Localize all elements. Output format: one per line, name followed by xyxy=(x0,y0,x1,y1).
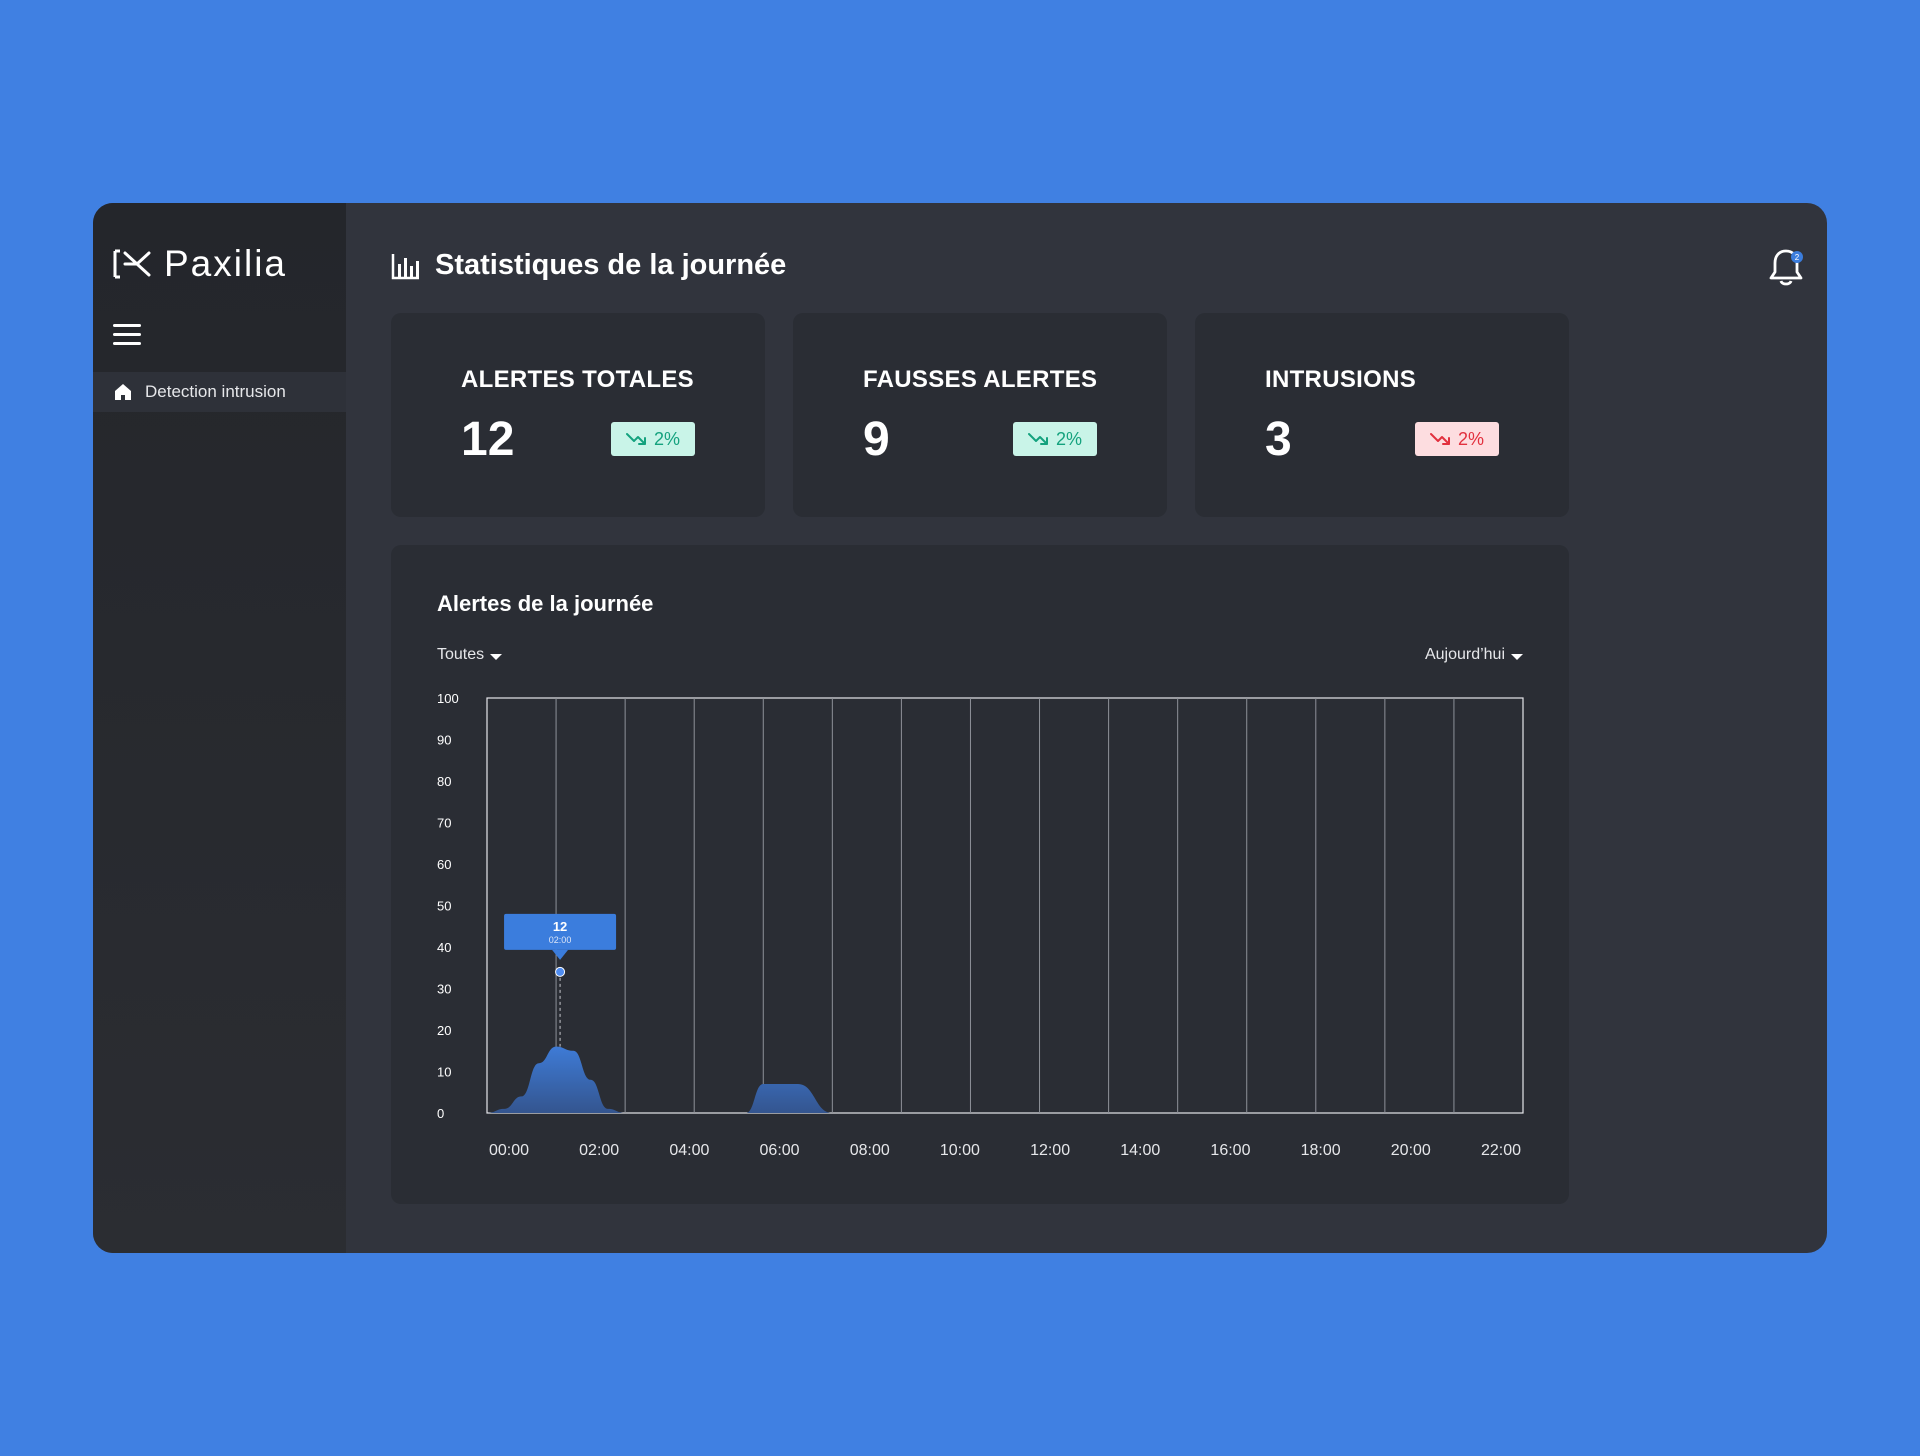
y-tick-label: 90 xyxy=(437,733,451,748)
trend-value: 2% xyxy=(1457,428,1484,449)
sidebar-item-label: Detection intrusion xyxy=(145,382,286,401)
trend-value: 2% xyxy=(1055,428,1082,449)
app-window: Paxilia Detection intrusion Statistiques… xyxy=(93,203,1827,1253)
data-point xyxy=(555,966,566,977)
stat-title: FAUSSES ALERTES xyxy=(863,366,1098,393)
x-tick-label: 06:00 xyxy=(760,1142,800,1159)
brand-name: Paxilia xyxy=(164,243,287,284)
notification-count: 2 xyxy=(1795,253,1800,262)
stat-title: INTRUSIONS xyxy=(1265,366,1417,393)
x-tick-label: 02:00 xyxy=(579,1142,619,1159)
trend-badge: 2% xyxy=(611,422,695,456)
chart-card: Alertes de la journée Toutes Aujourd’hui… xyxy=(391,545,1569,1204)
area-chart: 0 10 20 30 40 50 60 70 80 90 100 00:00 02:00 04:00 06:… xyxy=(437,691,1524,1159)
stat-title: ALERTES TOTALES xyxy=(461,366,694,393)
trend-badge: 2% xyxy=(1013,422,1097,456)
trend-down-icon xyxy=(625,433,646,445)
sidebar: Paxilia Detection intrusion xyxy=(93,203,346,1253)
home-icon xyxy=(115,384,131,400)
trend-down-icon xyxy=(1027,433,1048,445)
stat-value: 12 xyxy=(461,413,515,466)
x-tick-label: 16:00 xyxy=(1210,1142,1250,1159)
x-tick-label: 04:00 xyxy=(669,1142,709,1159)
y-tick-label: 30 xyxy=(437,982,451,997)
plot-frame xyxy=(486,697,1524,1114)
sidebar-item-detection-intrusion[interactable]: Detection intrusion xyxy=(93,372,346,412)
tooltip-pointer xyxy=(552,949,569,960)
x-tick-label: 10:00 xyxy=(940,1142,980,1159)
notification-bell-icon[interactable]: 2 xyxy=(1768,248,1804,288)
bar-chart-icon xyxy=(391,253,419,279)
tooltip-value: 12 xyxy=(553,919,567,934)
stat-value: 9 xyxy=(863,413,890,466)
paxilia-logo-icon xyxy=(113,249,151,279)
trend-down-icon xyxy=(1429,433,1450,445)
y-tick-label: 40 xyxy=(437,940,451,955)
area-series xyxy=(487,1046,1247,1113)
y-tick-label: 50 xyxy=(437,899,451,914)
y-tick-label: 10 xyxy=(437,1065,451,1080)
page-header: Statistiques de la journée xyxy=(391,249,786,282)
page-title: Statistiques de la journée xyxy=(435,249,787,281)
y-tick-label: 80 xyxy=(437,774,451,789)
x-tick-label: 22:00 xyxy=(1481,1142,1521,1159)
x-tick-label: 00:00 xyxy=(489,1142,529,1159)
stat-value: 3 xyxy=(1265,413,1292,466)
trend-value: 2% xyxy=(653,428,680,449)
stat-card-false-alerts: FAUSSES ALERTES 9 2% xyxy=(793,313,1167,517)
y-tick-label: 60 xyxy=(437,857,451,872)
x-tick-label: 08:00 xyxy=(850,1142,890,1159)
y-tick-label: 0 xyxy=(437,1106,444,1121)
stat-card-intrusions: INTRUSIONS 3 2% xyxy=(1195,313,1569,517)
x-tick-label: 20:00 xyxy=(1391,1142,1431,1159)
trend-badge: 2% xyxy=(1415,422,1499,456)
hamburger-menu-icon[interactable] xyxy=(113,324,141,346)
x-tick-label: 18:00 xyxy=(1301,1142,1341,1159)
y-tick-label: 20 xyxy=(437,1023,451,1038)
stat-card-total-alerts: ALERTES TOTALES 12 2% xyxy=(391,313,765,517)
x-tick-label: 12:00 xyxy=(1030,1142,1070,1159)
x-tick-label: 14:00 xyxy=(1120,1142,1160,1159)
y-tick-label: 100 xyxy=(437,691,459,706)
y-tick-label: 70 xyxy=(437,816,451,831)
tooltip-time: 02:00 xyxy=(549,935,572,945)
logo: Paxilia xyxy=(112,243,287,285)
